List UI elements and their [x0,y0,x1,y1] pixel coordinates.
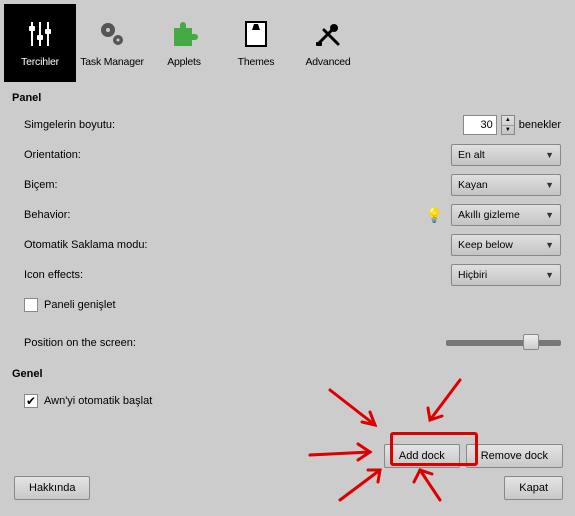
tab-advanced[interactable]: Advanced [292,4,364,82]
autohide-value: Keep below [458,239,513,251]
expand-label: Paneli genişlet [44,299,116,311]
autohide-dropdown[interactable]: Keep below ▼ [451,234,561,256]
puzzle-icon [168,18,200,50]
section-panel-label: Panel [12,92,575,104]
gears-icon [96,18,128,50]
close-button[interactable]: Kapat [504,476,563,500]
behavior-dropdown[interactable]: Akıllı gizleme ▼ [451,204,561,226]
section-general-label: Genel [12,368,575,380]
tab-taskmgr-label: Task Manager [80,56,144,68]
chevron-down-icon: ▼ [545,180,554,190]
lightbulb-icon: 💡 [426,207,443,224]
tab-applets[interactable]: Applets [148,4,220,82]
style-value: Kayan [458,179,488,191]
iconsize-label: Simgelerin boyutu: [24,119,324,131]
chevron-down-icon: ▼ [545,240,554,250]
autohide-label: Otomatik Saklama modu: [24,239,324,251]
behavior-label: Behavior: [24,209,324,221]
iconeffects-value: Hiçbiri [458,269,487,281]
iconsize-unit: benekler [519,119,561,131]
iconsize-spinner[interactable]: ▲▼ [501,115,515,135]
autostart-label: Awn'yi otomatik başlat [44,395,152,407]
tab-advanced-label: Advanced [305,56,350,68]
style-dropdown[interactable]: Kayan ▼ [451,174,561,196]
iconeffects-dropdown[interactable]: Hiçbiri ▼ [451,264,561,286]
slider-thumb[interactable] [523,334,539,350]
tab-prefs-label: Tercihler [21,56,59,68]
behavior-value: Akıllı gizleme [458,209,520,221]
position-label: Position on the screen: [24,337,324,349]
themes-icon [240,18,272,50]
tools-icon [312,18,344,50]
tab-taskmanager[interactable]: Task Manager [76,4,148,82]
orientation-value: En alt [458,149,485,161]
tab-bar: Tercihler Task Manager Applets Themes Ad… [0,0,575,82]
autostart-checkbox[interactable]: ✔ [24,394,38,408]
orientation-dropdown[interactable]: En alt ▼ [451,144,561,166]
tab-themes-label: Themes [238,56,275,68]
chevron-down-icon: ▼ [545,270,554,280]
tab-applets-label: Applets [167,56,201,68]
annotation-highlight [390,432,478,466]
tab-themes[interactable]: Themes [220,4,292,82]
iconeffects-label: Icon effects: [24,269,324,281]
tab-prefs[interactable]: Tercihler [4,4,76,82]
position-slider[interactable] [446,340,561,346]
chevron-down-icon: ▼ [545,210,554,220]
close-label: Kapat [519,482,548,494]
remove-dock-button[interactable]: Remove dock [466,444,563,468]
about-label: Hakkında [29,482,75,494]
sliders-icon [24,18,56,50]
style-label: Biçem: [24,179,324,191]
chevron-down-icon: ▼ [545,150,554,160]
remove-dock-label: Remove dock [481,450,548,462]
about-button[interactable]: Hakkında [14,476,90,500]
iconsize-input[interactable] [463,115,497,135]
orientation-label: Orientation: [24,149,324,161]
expand-checkbox[interactable] [24,298,38,312]
